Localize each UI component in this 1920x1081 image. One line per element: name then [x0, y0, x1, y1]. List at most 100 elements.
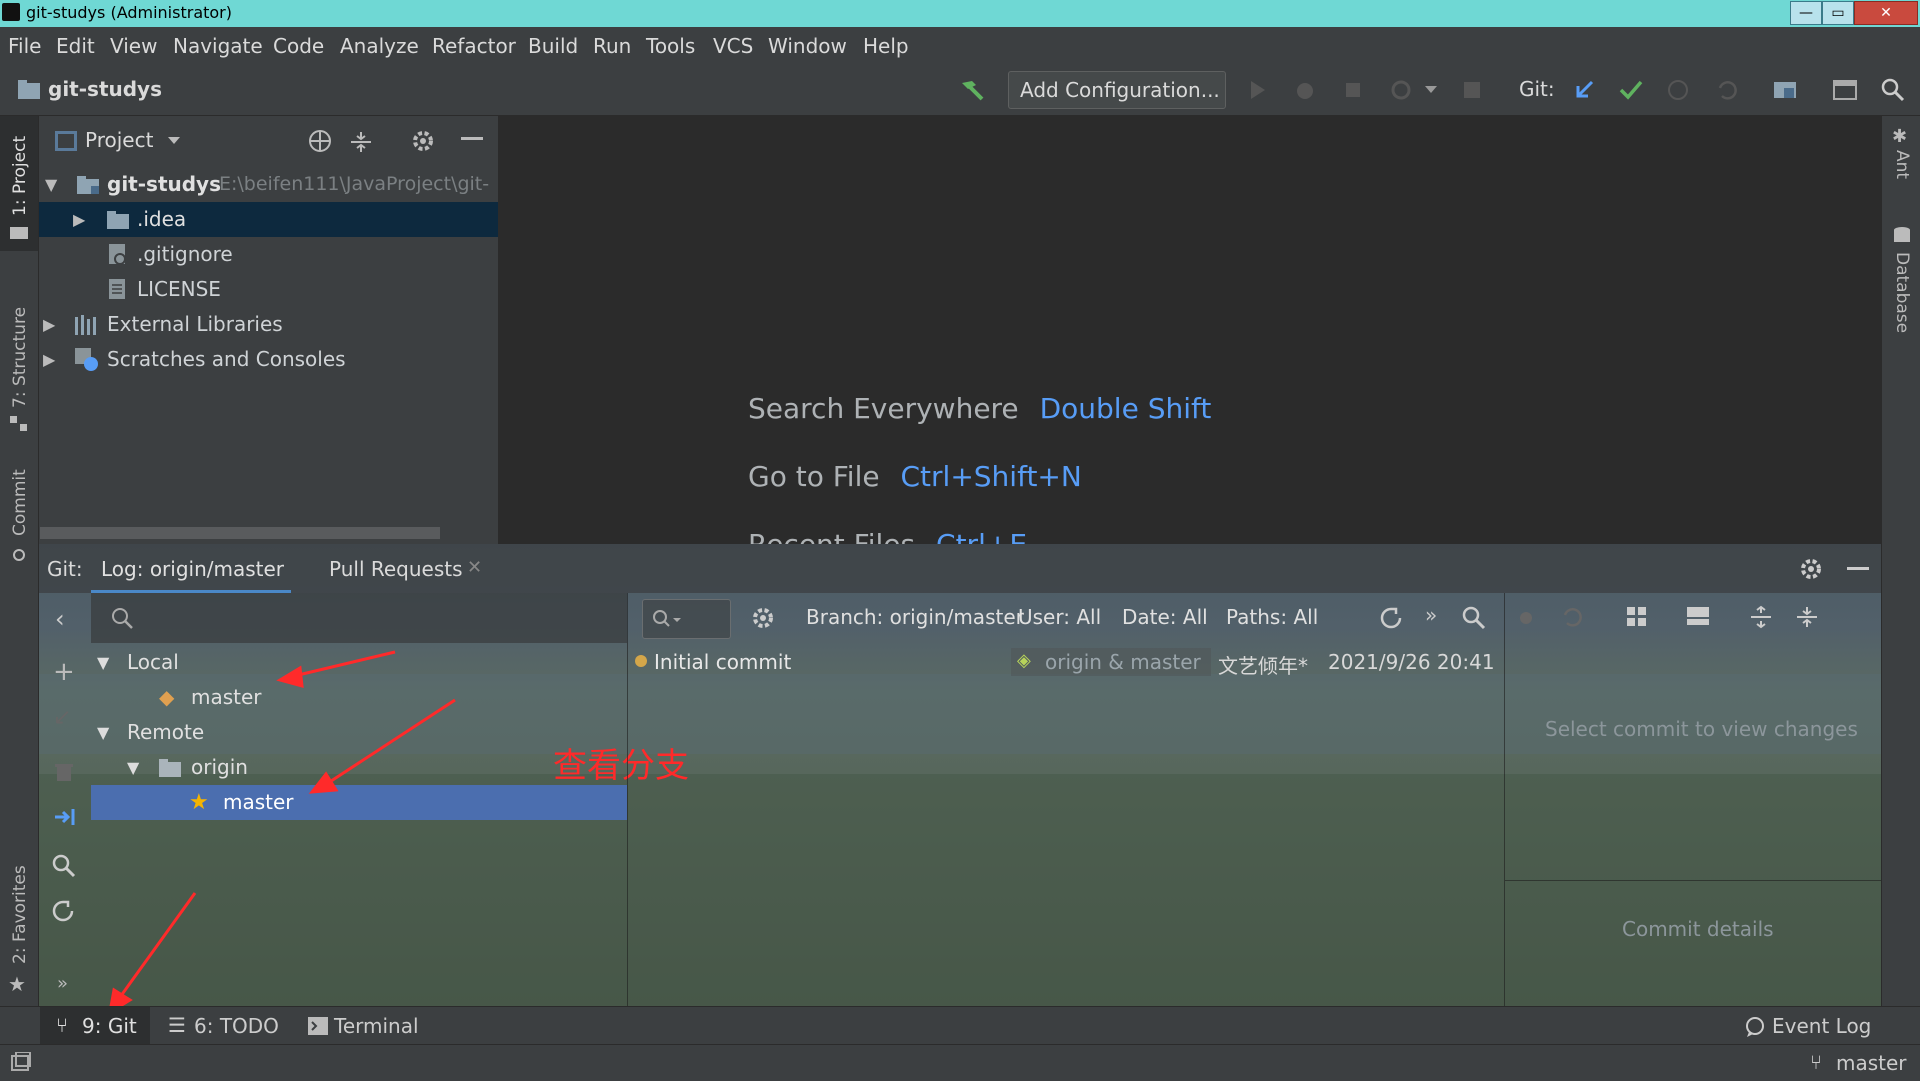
menu-vcs[interactable]: VCS: [713, 34, 753, 58]
log-settings-gear-icon[interactable]: [751, 606, 777, 632]
search-icon[interactable]: [1461, 605, 1487, 631]
git-commit-check-icon[interactable]: [1618, 78, 1644, 102]
terminal-tool-button[interactable]: Terminal: [306, 1007, 426, 1045]
tab-pull-requests[interactable]: Pull Requests ✕: [319, 544, 482, 593]
search-icon[interactable]: [1880, 77, 1906, 103]
expand-arrow-icon[interactable]: ▼: [97, 715, 109, 750]
paths-filter[interactable]: Paths: All: [1226, 605, 1318, 629]
minimize-panel-icon[interactable]: [1847, 566, 1871, 572]
chevron-down-icon[interactable]: [167, 136, 181, 146]
menu-tools[interactable]: Tools: [646, 34, 695, 58]
database-tool-tab[interactable]: Database: [1882, 226, 1920, 346]
project-view-selector[interactable]: Project: [85, 128, 153, 152]
refresh-icon[interactable]: [1379, 606, 1405, 632]
branch-group-label: Local: [127, 650, 179, 674]
menu-help[interactable]: Help: [863, 34, 909, 58]
user-filter[interactable]: User: All: [1018, 605, 1101, 629]
delete-icon[interactable]: [53, 761, 75, 783]
event-log-button[interactable]: Event Log: [1744, 1007, 1884, 1045]
gear-icon[interactable]: [1799, 557, 1823, 581]
gear-icon[interactable]: [411, 129, 435, 153]
menu-analyze[interactable]: Analyze: [340, 34, 419, 58]
menu-refactor[interactable]: Refactor: [432, 34, 516, 58]
branch-group-local[interactable]: ▼ Local: [91, 645, 627, 680]
run-icon[interactable]: [1248, 79, 1268, 101]
menu-navigate[interactable]: Navigate: [173, 34, 263, 58]
expand-arrow-icon[interactable]: ▼: [127, 750, 139, 785]
cherry-pick-icon[interactable]: [1513, 605, 1539, 631]
build-hammer-icon[interactable]: [958, 77, 986, 103]
menu-edit[interactable]: Edit: [56, 34, 95, 58]
tree-item-external-libraries[interactable]: ▶ External Libraries: [39, 307, 498, 342]
expand-arrow-icon[interactable]: ▼: [45, 167, 57, 202]
commit-row[interactable]: Initial commit ◈ origin & master 文艺倾年* 2…: [628, 645, 1503, 680]
commit-tool-tab[interactable]: Commit: [0, 446, 38, 566]
date-filter[interactable]: Date: All: [1122, 605, 1208, 629]
toggle-tool-windows-icon[interactable]: [10, 1052, 32, 1074]
project-tool-tab[interactable]: 1: Project: [0, 116, 38, 251]
debug-icon[interactable]: [1294, 79, 1316, 101]
horizontal-scrollbar[interactable]: [40, 527, 440, 539]
locate-target-icon[interactable]: [307, 128, 333, 154]
ant-tool-tab[interactable]: ✱ Ant: [1882, 126, 1920, 206]
profile-icon[interactable]: [1390, 79, 1412, 101]
collapse-all-icon[interactable]: [1795, 605, 1821, 631]
menu-file[interactable]: File: [8, 34, 41, 58]
expand-arrow-icon[interactable]: ▶: [43, 342, 55, 377]
menu-run[interactable]: Run: [593, 34, 631, 58]
todo-tool-button[interactable]: ☰ 6: TODO: [166, 1007, 286, 1045]
expand-arrow-icon[interactable]: ▶: [43, 307, 55, 342]
maximize-button[interactable]: ▭: [1822, 1, 1854, 25]
close-button[interactable]: ✕: [1854, 1, 1918, 25]
tree-item-scratches[interactable]: ▶ Scratches and Consoles: [39, 342, 498, 377]
stop-icon[interactable]: [1462, 80, 1482, 100]
git-update-icon[interactable]: [1572, 78, 1596, 102]
add-configuration-button[interactable]: Add Configuration...: [1008, 71, 1226, 109]
add-branch-icon[interactable]: +: [53, 657, 75, 687]
presentation-icon[interactable]: [1832, 78, 1858, 102]
tree-item-idea[interactable]: ▶ .idea: [39, 202, 498, 237]
minimize-button[interactable]: —: [1790, 1, 1822, 25]
expand-all-icon[interactable]: [1749, 605, 1775, 631]
minimize-panel-icon[interactable]: [461, 136, 485, 142]
refresh-icon[interactable]: [51, 899, 77, 925]
rollback-icon[interactable]: [1714, 78, 1738, 102]
checkout-arrow-icon[interactable]: ↙: [53, 705, 71, 730]
tree-root-git-studys[interactable]: ▼ git-studys E:\beifen111\JavaProject\gi…: [39, 167, 498, 202]
structure-tool-tab[interactable]: 7: Structure: [0, 276, 38, 436]
close-tab-icon[interactable]: ✕: [467, 557, 482, 578]
more-actions-icon[interactable]: »: [57, 973, 68, 994]
coverage-icon[interactable]: [1342, 79, 1364, 101]
more-filters-icon[interactable]: »: [1425, 603, 1437, 627]
layout-icon[interactable]: [1685, 605, 1713, 633]
tree-item-gitignore[interactable]: .gitignore: [39, 237, 498, 272]
tree-item-license[interactable]: LICENSE: [39, 272, 498, 307]
project-structure-icon[interactable]: [1772, 78, 1798, 102]
favorites-tool-tab[interactable]: 2: Favorites ★: [0, 836, 38, 996]
expand-arrow-icon[interactable]: ▶: [73, 202, 85, 237]
editor-empty-area[interactable]: Search Everywhere Double Shift Go to Fil…: [499, 116, 1881, 544]
chevron-down-icon[interactable]: [1424, 85, 1438, 95]
tab-log-origin-master[interactable]: Log: origin/master: [91, 544, 291, 593]
branch-local-master[interactable]: ◆ master: [91, 680, 627, 715]
menu-window[interactable]: Window: [768, 34, 847, 58]
search-icon[interactable]: [51, 853, 77, 879]
history-icon[interactable]: [1666, 78, 1690, 102]
expand-arrow-icon[interactable]: ▼: [97, 645, 109, 680]
branch-remote-origin[interactable]: ▼ origin: [91, 750, 627, 785]
grid-view-icon[interactable]: [1625, 605, 1653, 633]
git-branch-widget[interactable]: ⑂ master: [1810, 1045, 1920, 1081]
git-tool-button[interactable]: ⑂ 9: Git: [40, 1007, 150, 1045]
back-arrow-icon[interactable]: ‹: [55, 605, 65, 633]
merge-icon[interactable]: [51, 803, 77, 829]
menu-build[interactable]: Build: [528, 34, 578, 58]
menu-code[interactable]: Code: [273, 34, 324, 58]
branch-remote-master-selected[interactable]: ★ master: [91, 785, 627, 820]
log-search-field[interactable]: [642, 599, 731, 639]
collapse-all-icon[interactable]: [349, 130, 373, 154]
branch-filter[interactable]: Branch: origin/master: [806, 605, 1024, 629]
branch-group-remote[interactable]: ▼ Remote: [91, 715, 627, 750]
revert-icon[interactable]: [1559, 605, 1585, 631]
menu-view[interactable]: View: [110, 34, 157, 58]
project-name[interactable]: git-studys: [48, 77, 162, 101]
